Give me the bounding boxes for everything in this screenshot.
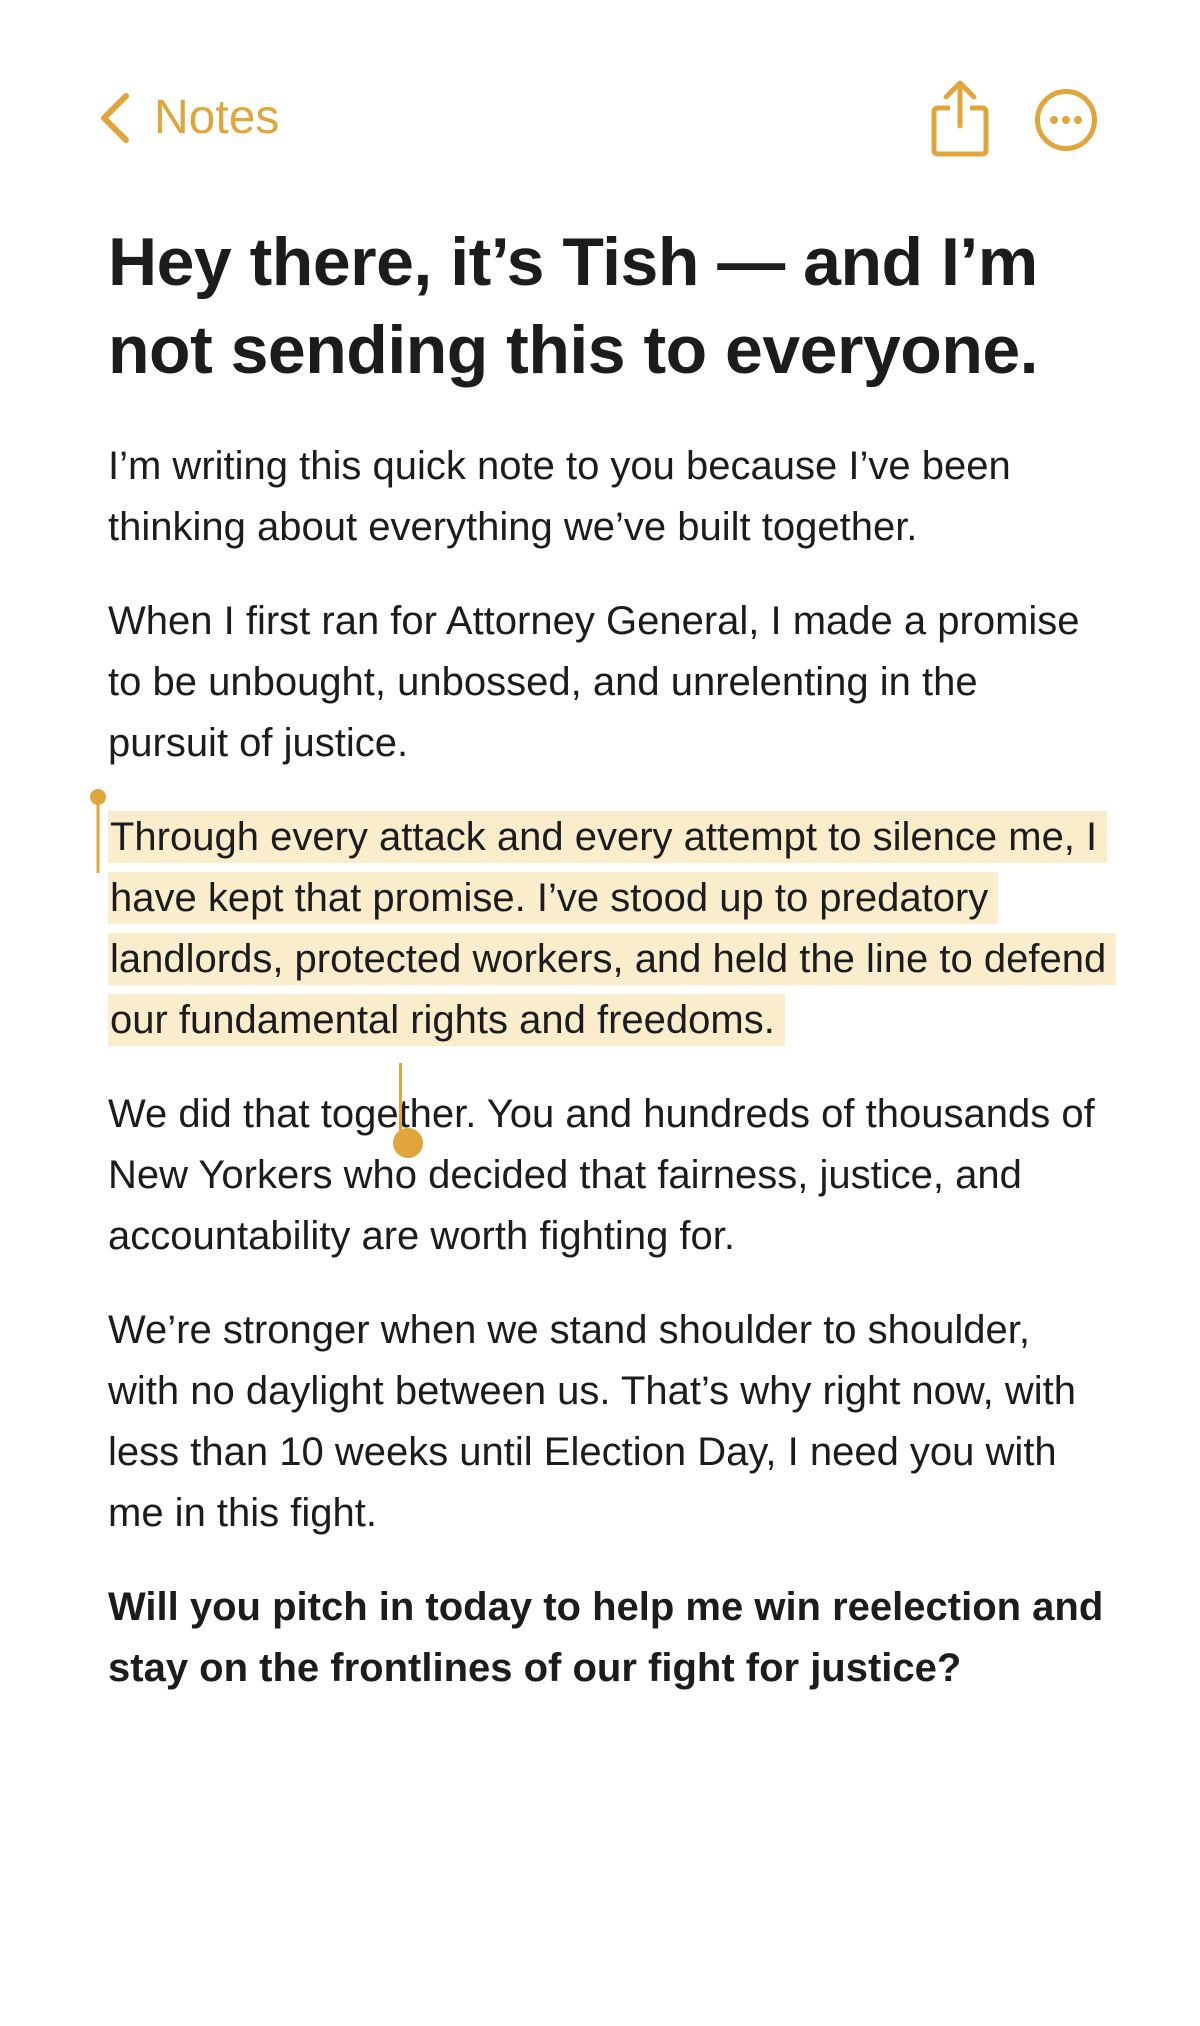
note-body[interactable]: Hey there, it’s Tish — and I’m not sendi…	[90, 218, 1117, 1732]
selected-paragraph: Through every attack and every attempt t…	[90, 789, 1117, 1158]
note-paragraph-2: When I first ran for Attorney General, I…	[108, 599, 1080, 765]
selected-text[interactable]: Through every attack and every attempt t…	[108, 811, 1117, 1046]
selection-end-handle[interactable]	[390, 1063, 426, 1159]
note-title: Hey there, it’s Tish — and I’m not sendi…	[108, 224, 1039, 388]
chevron-left-icon	[101, 93, 129, 143]
call-to-action-paragraph: Will you pitch in today to help me win r…	[108, 1585, 1104, 1690]
navigation-bar: Notes	[0, 0, 1200, 240]
ellipsis-circle-icon[interactable]	[1034, 88, 1098, 152]
share-icon[interactable]	[930, 78, 990, 158]
note-paragraph-5: We’re stronger when we stand shoulder to…	[108, 1308, 1076, 1535]
note-paragraph-1: I’m writing this quick note to you becau…	[108, 444, 1011, 549]
note-paragraph-4: We did that together. You and hundreds o…	[108, 1092, 1095, 1258]
back-button-label: Notes	[154, 91, 280, 144]
back-to-notes-button[interactable]: Notes	[96, 86, 279, 150]
selection-start-handle[interactable]	[90, 789, 106, 873]
